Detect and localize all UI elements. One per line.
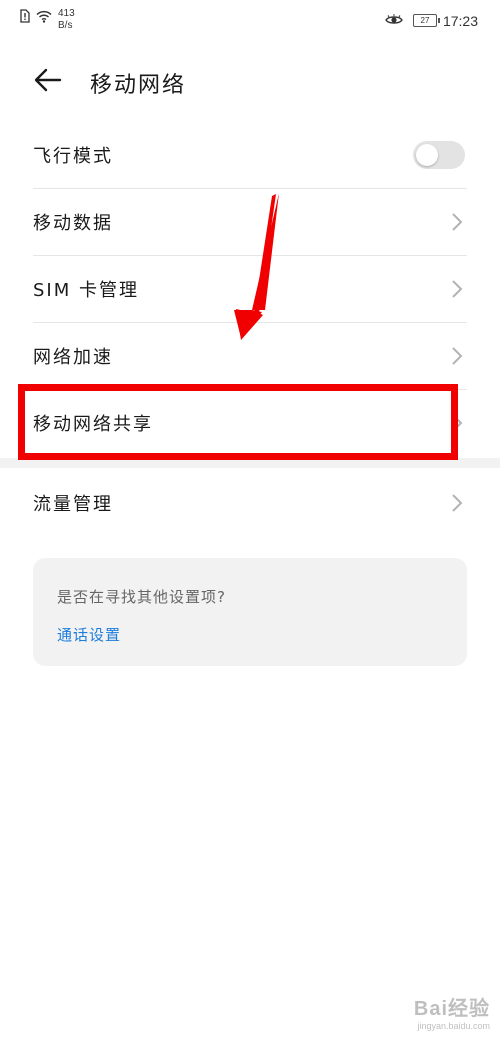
suggestion-question: 是否在寻找其他设置项? [57, 588, 226, 606]
airplane-mode-toggle[interactable] [413, 141, 465, 169]
settings-list-2: 流量管理 [33, 470, 467, 536]
setting-network-acceleration[interactable]: 网络加速 [33, 323, 467, 390]
battery-indicator: 27 [412, 14, 440, 27]
setting-traffic-management[interactable]: 流量管理 [33, 470, 467, 536]
chevron-right-icon [452, 494, 463, 512]
chevron-right-icon [452, 347, 463, 365]
chevron-right-icon [452, 280, 463, 298]
setting-label: 网络加速 [33, 347, 113, 368]
settings-list: 飞行模式 移动数据 SIM 卡管理 网络加速 移动网络共享 [33, 122, 467, 456]
back-arrow-icon [34, 68, 62, 92]
setting-sim-management[interactable]: SIM 卡管理 [33, 256, 467, 323]
status-bar: 413 B/s 27 17:23 [0, 0, 500, 40]
status-left: 413 B/s [20, 8, 75, 32]
status-right: 27 17:23 [385, 11, 478, 30]
setting-airplane-mode[interactable]: 飞行模式 [33, 122, 467, 189]
watermark-main: Bai经验 [413, 998, 490, 1020]
title-bar: 移动网络 [0, 50, 500, 110]
section-divider [0, 458, 500, 468]
setting-label: SIM 卡管理 [33, 280, 139, 301]
setting-mobile-hotspot[interactable]: 移动网络共享 [33, 390, 467, 456]
wifi-icon [36, 8, 52, 27]
sim-alert-icon [20, 8, 30, 27]
setting-label: 流量管理 [33, 494, 113, 515]
status-time: 17:23 [442, 12, 478, 29]
back-button[interactable] [30, 62, 66, 98]
page-title: 移动网络 [90, 73, 187, 98]
baidu-jingyan-watermark: Bai经验 jingyan.baidu.com [414, 992, 490, 1031]
setting-label: 飞行模式 [33, 146, 113, 167]
network-speed-unit: B/s [58, 20, 73, 31]
setting-label: 移动数据 [33, 213, 113, 234]
chevron-right-icon [452, 414, 463, 432]
suggestion-card: 是否在寻找其他设置项? 通话设置 [33, 558, 467, 666]
setting-label: 移动网络共享 [33, 414, 153, 435]
chevron-right-icon [452, 213, 463, 231]
watermark-sub: jingyan.baidu.com [417, 1021, 490, 1031]
call-settings-link[interactable]: 通话设置 [57, 624, 121, 645]
network-speed: 413 B/s [58, 8, 75, 32]
setting-mobile-data[interactable]: 移动数据 [33, 189, 467, 256]
battery-level: 27 [420, 16, 430, 25]
eye-comfort-icon [385, 11, 403, 30]
network-speed-value: 413 [58, 8, 75, 19]
